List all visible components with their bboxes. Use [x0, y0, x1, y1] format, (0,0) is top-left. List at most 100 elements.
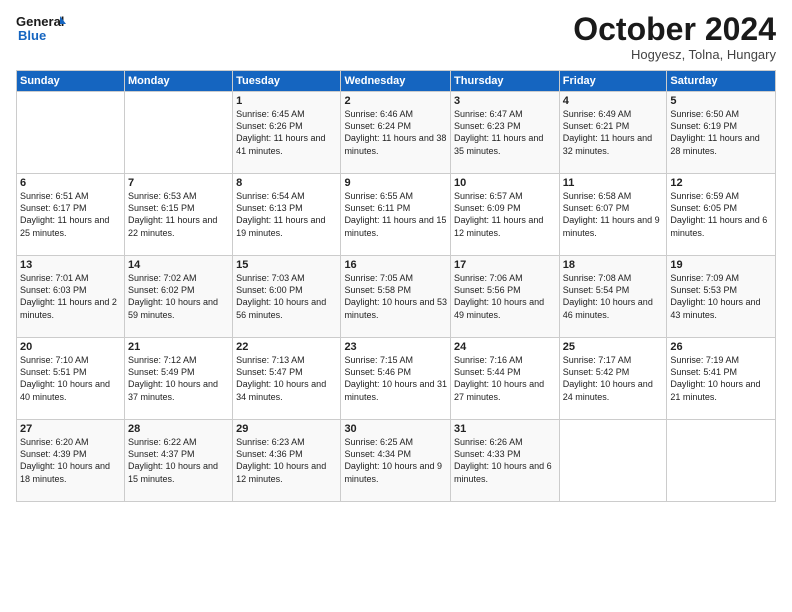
day-info: Sunset: 6:21 PM	[563, 120, 664, 132]
calendar-cell: 25Sunrise: 7:17 AMSunset: 5:42 PMDayligh…	[559, 338, 667, 420]
day-info: Sunrise: 7:15 AM	[344, 354, 447, 366]
day-info: Sunset: 6:07 PM	[563, 202, 664, 214]
day-info: Daylight: 11 hours and 9 minutes.	[563, 214, 664, 238]
day-number: 8	[236, 177, 337, 189]
svg-text:General: General	[16, 14, 64, 29]
logo-svg: General Blue	[16, 12, 66, 48]
logo: General Blue	[16, 12, 66, 48]
calendar-week-3: 13Sunrise: 7:01 AMSunset: 6:03 PMDayligh…	[17, 256, 776, 338]
calendar-cell: 5Sunrise: 6:50 AMSunset: 6:19 PMDaylight…	[667, 92, 776, 174]
calendar-cell: 18Sunrise: 7:08 AMSunset: 5:54 PMDayligh…	[559, 256, 667, 338]
day-info: Daylight: 10 hours and 34 minutes.	[236, 378, 337, 402]
calendar-cell: 6Sunrise: 6:51 AMSunset: 6:17 PMDaylight…	[17, 174, 125, 256]
day-number: 21	[128, 341, 229, 353]
calendar-table: Sunday Monday Tuesday Wednesday Thursday…	[16, 70, 776, 502]
day-info: Sunset: 4:34 PM	[344, 448, 447, 460]
day-number: 25	[563, 341, 664, 353]
day-info: Sunrise: 6:50 AM	[670, 108, 772, 120]
day-info: Daylight: 11 hours and 12 minutes.	[454, 214, 556, 238]
calendar-cell: 29Sunrise: 6:23 AMSunset: 4:36 PMDayligh…	[233, 420, 341, 502]
day-info: Sunrise: 7:02 AM	[128, 272, 229, 284]
calendar-week-2: 6Sunrise: 6:51 AMSunset: 6:17 PMDaylight…	[17, 174, 776, 256]
day-info: Daylight: 11 hours and 15 minutes.	[344, 214, 447, 238]
day-info: Sunset: 5:47 PM	[236, 366, 337, 378]
day-info: Sunset: 4:37 PM	[128, 448, 229, 460]
day-info: Sunrise: 6:23 AM	[236, 436, 337, 448]
day-info: Sunrise: 6:51 AM	[20, 190, 121, 202]
day-info: Daylight: 10 hours and 31 minutes.	[344, 378, 447, 402]
calendar-cell: 15Sunrise: 7:03 AMSunset: 6:00 PMDayligh…	[233, 256, 341, 338]
day-info: Daylight: 10 hours and 59 minutes.	[128, 296, 229, 320]
day-info: Sunset: 5:53 PM	[670, 284, 772, 296]
title-block: October 2024 Hogyesz, Tolna, Hungary	[573, 12, 776, 62]
calendar-cell	[559, 420, 667, 502]
page: General Blue October 2024 Hogyesz, Tolna…	[0, 0, 792, 612]
day-info: Sunset: 6:17 PM	[20, 202, 121, 214]
day-info: Daylight: 11 hours and 41 minutes.	[236, 132, 337, 156]
col-wednesday: Wednesday	[341, 71, 451, 92]
day-number: 12	[670, 177, 772, 189]
calendar-header: Sunday Monday Tuesday Wednesday Thursday…	[17, 71, 776, 92]
day-info: Sunset: 5:46 PM	[344, 366, 447, 378]
day-info: Daylight: 11 hours and 6 minutes.	[670, 214, 772, 238]
day-info: Sunrise: 7:03 AM	[236, 272, 337, 284]
calendar-cell: 13Sunrise: 7:01 AMSunset: 6:03 PMDayligh…	[17, 256, 125, 338]
day-number: 19	[670, 259, 772, 271]
day-info: Daylight: 11 hours and 25 minutes.	[20, 214, 121, 238]
day-info: Sunset: 6:00 PM	[236, 284, 337, 296]
day-number: 15	[236, 259, 337, 271]
calendar-cell: 9Sunrise: 6:55 AMSunset: 6:11 PMDaylight…	[341, 174, 451, 256]
day-info: Daylight: 10 hours and 15 minutes.	[128, 460, 229, 484]
day-number: 24	[454, 341, 556, 353]
calendar-cell: 22Sunrise: 7:13 AMSunset: 5:47 PMDayligh…	[233, 338, 341, 420]
calendar-cell: 11Sunrise: 6:58 AMSunset: 6:07 PMDayligh…	[559, 174, 667, 256]
day-info: Sunset: 6:24 PM	[344, 120, 447, 132]
calendar-week-5: 27Sunrise: 6:20 AMSunset: 4:39 PMDayligh…	[17, 420, 776, 502]
day-number: 18	[563, 259, 664, 271]
month-title: October 2024	[573, 12, 776, 47]
day-info: Daylight: 11 hours and 38 minutes.	[344, 132, 447, 156]
day-info: Daylight: 10 hours and 43 minutes.	[670, 296, 772, 320]
day-info: Sunset: 4:39 PM	[20, 448, 121, 460]
day-info: Daylight: 10 hours and 37 minutes.	[128, 378, 229, 402]
day-info: Sunset: 5:54 PM	[563, 284, 664, 296]
calendar-cell: 19Sunrise: 7:09 AMSunset: 5:53 PMDayligh…	[667, 256, 776, 338]
day-info: Sunrise: 6:25 AM	[344, 436, 447, 448]
day-info: Sunrise: 6:57 AM	[454, 190, 556, 202]
day-number: 2	[344, 95, 447, 107]
day-info: Daylight: 11 hours and 22 minutes.	[128, 214, 229, 238]
day-info: Sunset: 6:09 PM	[454, 202, 556, 214]
day-number: 26	[670, 341, 772, 353]
calendar-cell: 16Sunrise: 7:05 AMSunset: 5:58 PMDayligh…	[341, 256, 451, 338]
day-info: Sunrise: 7:17 AM	[563, 354, 664, 366]
day-info: Daylight: 10 hours and 53 minutes.	[344, 296, 447, 320]
day-info: Daylight: 10 hours and 27 minutes.	[454, 378, 556, 402]
day-number: 5	[670, 95, 772, 107]
calendar-cell	[125, 92, 233, 174]
day-info: Sunrise: 7:01 AM	[20, 272, 121, 284]
calendar-cell: 8Sunrise: 6:54 AMSunset: 6:13 PMDaylight…	[233, 174, 341, 256]
day-info: Sunset: 6:19 PM	[670, 120, 772, 132]
day-info: Daylight: 10 hours and 46 minutes.	[563, 296, 664, 320]
calendar-cell: 24Sunrise: 7:16 AMSunset: 5:44 PMDayligh…	[451, 338, 560, 420]
day-info: Sunset: 5:56 PM	[454, 284, 556, 296]
calendar-week-4: 20Sunrise: 7:10 AMSunset: 5:51 PMDayligh…	[17, 338, 776, 420]
day-number: 1	[236, 95, 337, 107]
calendar-cell	[17, 92, 125, 174]
calendar-cell: 3Sunrise: 6:47 AMSunset: 6:23 PMDaylight…	[451, 92, 560, 174]
day-info: Daylight: 11 hours and 28 minutes.	[670, 132, 772, 156]
calendar-cell: 26Sunrise: 7:19 AMSunset: 5:41 PMDayligh…	[667, 338, 776, 420]
calendar-week-1: 1Sunrise: 6:45 AMSunset: 6:26 PMDaylight…	[17, 92, 776, 174]
day-number: 28	[128, 423, 229, 435]
day-info: Sunrise: 6:46 AM	[344, 108, 447, 120]
day-number: 16	[344, 259, 447, 271]
col-monday: Monday	[125, 71, 233, 92]
calendar-cell: 27Sunrise: 6:20 AMSunset: 4:39 PMDayligh…	[17, 420, 125, 502]
day-info: Daylight: 10 hours and 18 minutes.	[20, 460, 121, 484]
location-subtitle: Hogyesz, Tolna, Hungary	[573, 47, 776, 62]
day-info: Sunrise: 6:47 AM	[454, 108, 556, 120]
day-info: Sunrise: 6:45 AM	[236, 108, 337, 120]
day-number: 17	[454, 259, 556, 271]
day-info: Daylight: 10 hours and 56 minutes.	[236, 296, 337, 320]
day-info: Sunrise: 6:59 AM	[670, 190, 772, 202]
